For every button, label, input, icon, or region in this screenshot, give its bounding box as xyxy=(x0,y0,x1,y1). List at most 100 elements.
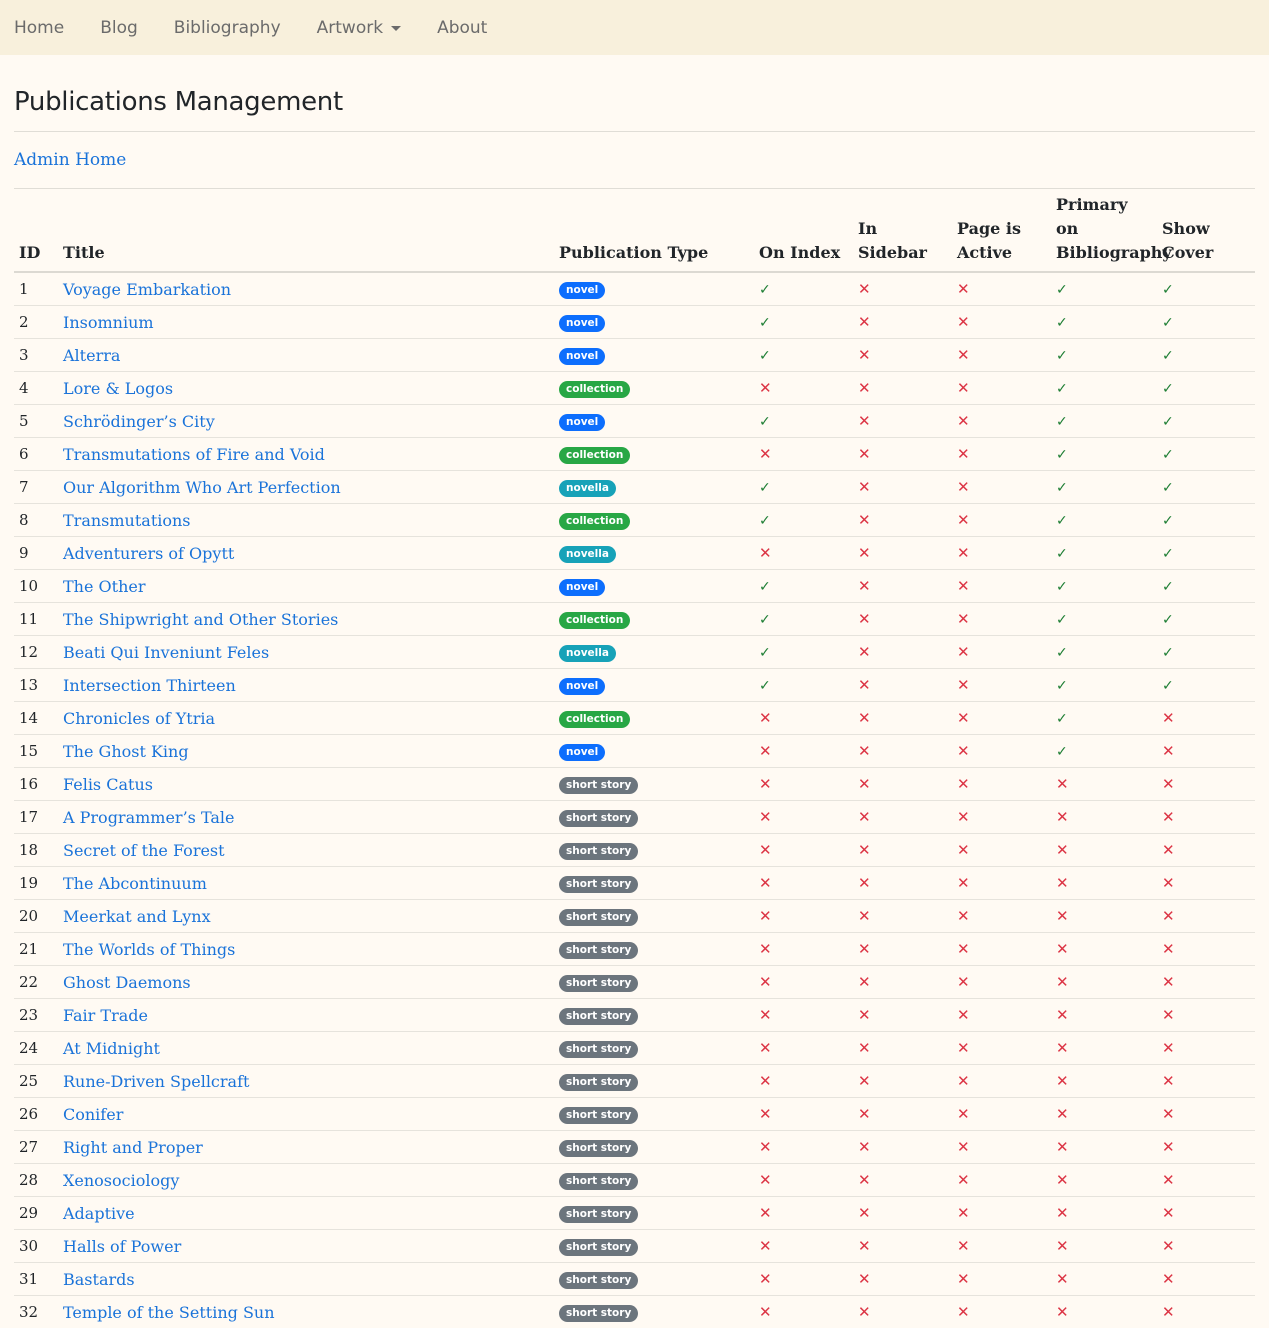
row-title-cell: Felis Catus xyxy=(58,768,554,801)
publication-title-link[interactable]: Rune-Driven Spellcraft xyxy=(63,1072,249,1091)
row-title-cell: Transmutations xyxy=(58,504,554,537)
publication-title-link[interactable]: Conifer xyxy=(63,1105,123,1124)
publications-table: ID Title Publication Type On Index In Si… xyxy=(14,188,1255,1328)
publication-type-badge: novel xyxy=(559,315,605,332)
row-primary-on-bibliography-cell: ✓ xyxy=(1051,570,1157,603)
publication-title-link[interactable]: Secret of the Forest xyxy=(63,841,225,860)
row-title-cell: Secret of the Forest xyxy=(58,834,554,867)
header-page-is-active[interactable]: Page is Active xyxy=(952,189,1051,273)
cross-icon: ✕ xyxy=(957,1039,970,1057)
row-id: 6 xyxy=(14,438,58,471)
check-icon: ✓ xyxy=(1056,315,1068,331)
header-on-index[interactable]: On Index xyxy=(754,189,853,273)
publication-title-link[interactable]: Bastards xyxy=(63,1270,135,1289)
row-title-cell: Meerkat and Lynx xyxy=(58,900,554,933)
admin-home-link[interactable]: Admin Home xyxy=(14,132,1255,188)
publication-title-link[interactable]: Adaptive xyxy=(63,1204,135,1223)
publication-title-link[interactable]: Transmutations of Fire and Void xyxy=(63,445,325,464)
publication-type-badge: novel xyxy=(559,348,605,365)
row-page-is-active-cell: ✕ xyxy=(952,1230,1051,1263)
row-in-sidebar-cell: ✕ xyxy=(853,306,952,339)
row-id: 2 xyxy=(14,306,58,339)
nav-home-link[interactable]: Home xyxy=(14,18,64,38)
row-title-cell: The Worlds of Things xyxy=(58,933,554,966)
publication-title-link[interactable]: Right and Proper xyxy=(63,1138,203,1157)
nav-blog-link[interactable]: Blog xyxy=(100,18,138,38)
cross-icon: ✕ xyxy=(957,1237,970,1255)
row-page-is-active-cell: ✕ xyxy=(952,768,1051,801)
cross-icon: ✕ xyxy=(858,973,871,991)
row-show-cover-cell: ✓ xyxy=(1157,405,1255,438)
header-publication-type[interactable]: Publication Type xyxy=(554,189,754,273)
row-type-cell: short story xyxy=(554,1131,754,1164)
header-title[interactable]: Title xyxy=(58,189,554,273)
row-id: 32 xyxy=(14,1296,58,1328)
publication-title-link[interactable]: Voyage Embarkation xyxy=(63,280,231,299)
publication-title-link[interactable]: Adventurers of Opytt xyxy=(63,544,234,563)
publication-title-link[interactable]: Intersection Thirteen xyxy=(63,676,236,695)
row-title-cell: Fair Trade xyxy=(58,999,554,1032)
table-row: 6Transmutations of Fire and Voidcollecti… xyxy=(14,438,1255,471)
publication-type-badge: short story xyxy=(559,1041,638,1058)
row-page-is-active-cell: ✕ xyxy=(952,867,1051,900)
row-show-cover-cell: ✓ xyxy=(1157,537,1255,570)
nav-bibliography-link[interactable]: Bibliography xyxy=(174,18,281,38)
publication-type-badge: short story xyxy=(559,975,638,992)
publication-title-link[interactable]: The Abcontinuum xyxy=(63,874,207,893)
publication-title-link[interactable]: Meerkat and Lynx xyxy=(63,907,211,926)
publication-title-link[interactable]: Transmutations xyxy=(63,511,191,530)
cross-icon: ✕ xyxy=(759,808,772,826)
publication-title-link[interactable]: Lore & Logos xyxy=(63,379,173,398)
cross-icon: ✕ xyxy=(759,379,772,397)
cross-icon: ✕ xyxy=(858,478,871,496)
publication-title-link[interactable]: Ghost Daemons xyxy=(63,973,191,992)
publication-title-link[interactable]: At Midnight xyxy=(63,1039,160,1058)
cross-icon: ✕ xyxy=(1162,940,1175,958)
publication-title-link[interactable]: A Programmer’s Tale xyxy=(63,808,235,827)
row-primary-on-bibliography-cell: ✕ xyxy=(1051,1296,1157,1328)
publication-title-link[interactable]: Fair Trade xyxy=(63,1006,148,1025)
publication-title-link[interactable]: Alterra xyxy=(63,346,120,365)
header-in-sidebar[interactable]: In Sidebar xyxy=(853,189,952,273)
nav-artwork-dropdown[interactable]: Artwork xyxy=(317,18,401,38)
header-id[interactable]: ID xyxy=(14,189,58,273)
cross-icon: ✕ xyxy=(858,544,871,562)
publication-title-link[interactable]: Chronicles of Ytria xyxy=(63,709,215,728)
row-title-cell: Transmutations of Fire and Void xyxy=(58,438,554,471)
cross-icon: ✕ xyxy=(1162,808,1175,826)
publication-title-link[interactable]: Beati Qui Inveniunt Feles xyxy=(63,643,269,662)
header-primary-on-bibliography[interactable]: Primary on Bibliography xyxy=(1051,189,1157,273)
publication-title-link[interactable]: The Shipwright and Other Stories xyxy=(63,610,338,629)
publication-title-link[interactable]: Halls of Power xyxy=(63,1237,181,1256)
row-id: 24 xyxy=(14,1032,58,1065)
publication-title-link[interactable]: Felis Catus xyxy=(63,775,153,794)
publication-title-link[interactable]: Temple of the Setting Sun xyxy=(63,1303,275,1322)
row-in-sidebar-cell: ✕ xyxy=(853,1197,952,1230)
check-icon: ✓ xyxy=(1162,414,1174,430)
row-type-cell: short story xyxy=(554,1065,754,1098)
row-type-cell: collection xyxy=(554,603,754,636)
check-icon: ✓ xyxy=(1056,612,1068,628)
publication-type-badge: collection xyxy=(559,381,630,398)
row-page-is-active-cell: ✕ xyxy=(952,1164,1051,1197)
row-in-sidebar-cell: ✕ xyxy=(853,1065,952,1098)
cross-icon: ✕ xyxy=(858,1303,871,1321)
check-icon: ✓ xyxy=(1056,414,1068,430)
table-row: 26Conifershort story✕✕✕✕✕ xyxy=(14,1098,1255,1131)
publication-title-link[interactable]: Our Algorithm Who Art Perfection xyxy=(63,478,341,497)
publication-title-link[interactable]: Insomnium xyxy=(63,313,154,332)
row-page-is-active-cell: ✕ xyxy=(952,933,1051,966)
publication-title-link[interactable]: The Other xyxy=(63,577,146,596)
publication-title-link[interactable]: Xenosociology xyxy=(63,1171,179,1190)
cross-icon: ✕ xyxy=(858,841,871,859)
row-on-index-cell: ✕ xyxy=(754,867,853,900)
nav-about-link[interactable]: About xyxy=(437,18,487,38)
publication-title-link[interactable]: Schrödinger’s City xyxy=(63,412,215,431)
header-show-cover[interactable]: Show Cover xyxy=(1157,189,1255,273)
publication-title-link[interactable]: The Worlds of Things xyxy=(63,940,235,959)
cross-icon: ✕ xyxy=(1162,1072,1175,1090)
cross-icon: ✕ xyxy=(957,742,970,760)
row-id: 15 xyxy=(14,735,58,768)
publication-title-link[interactable]: The Ghost King xyxy=(63,742,189,761)
publication-type-badge: novel xyxy=(559,282,605,299)
